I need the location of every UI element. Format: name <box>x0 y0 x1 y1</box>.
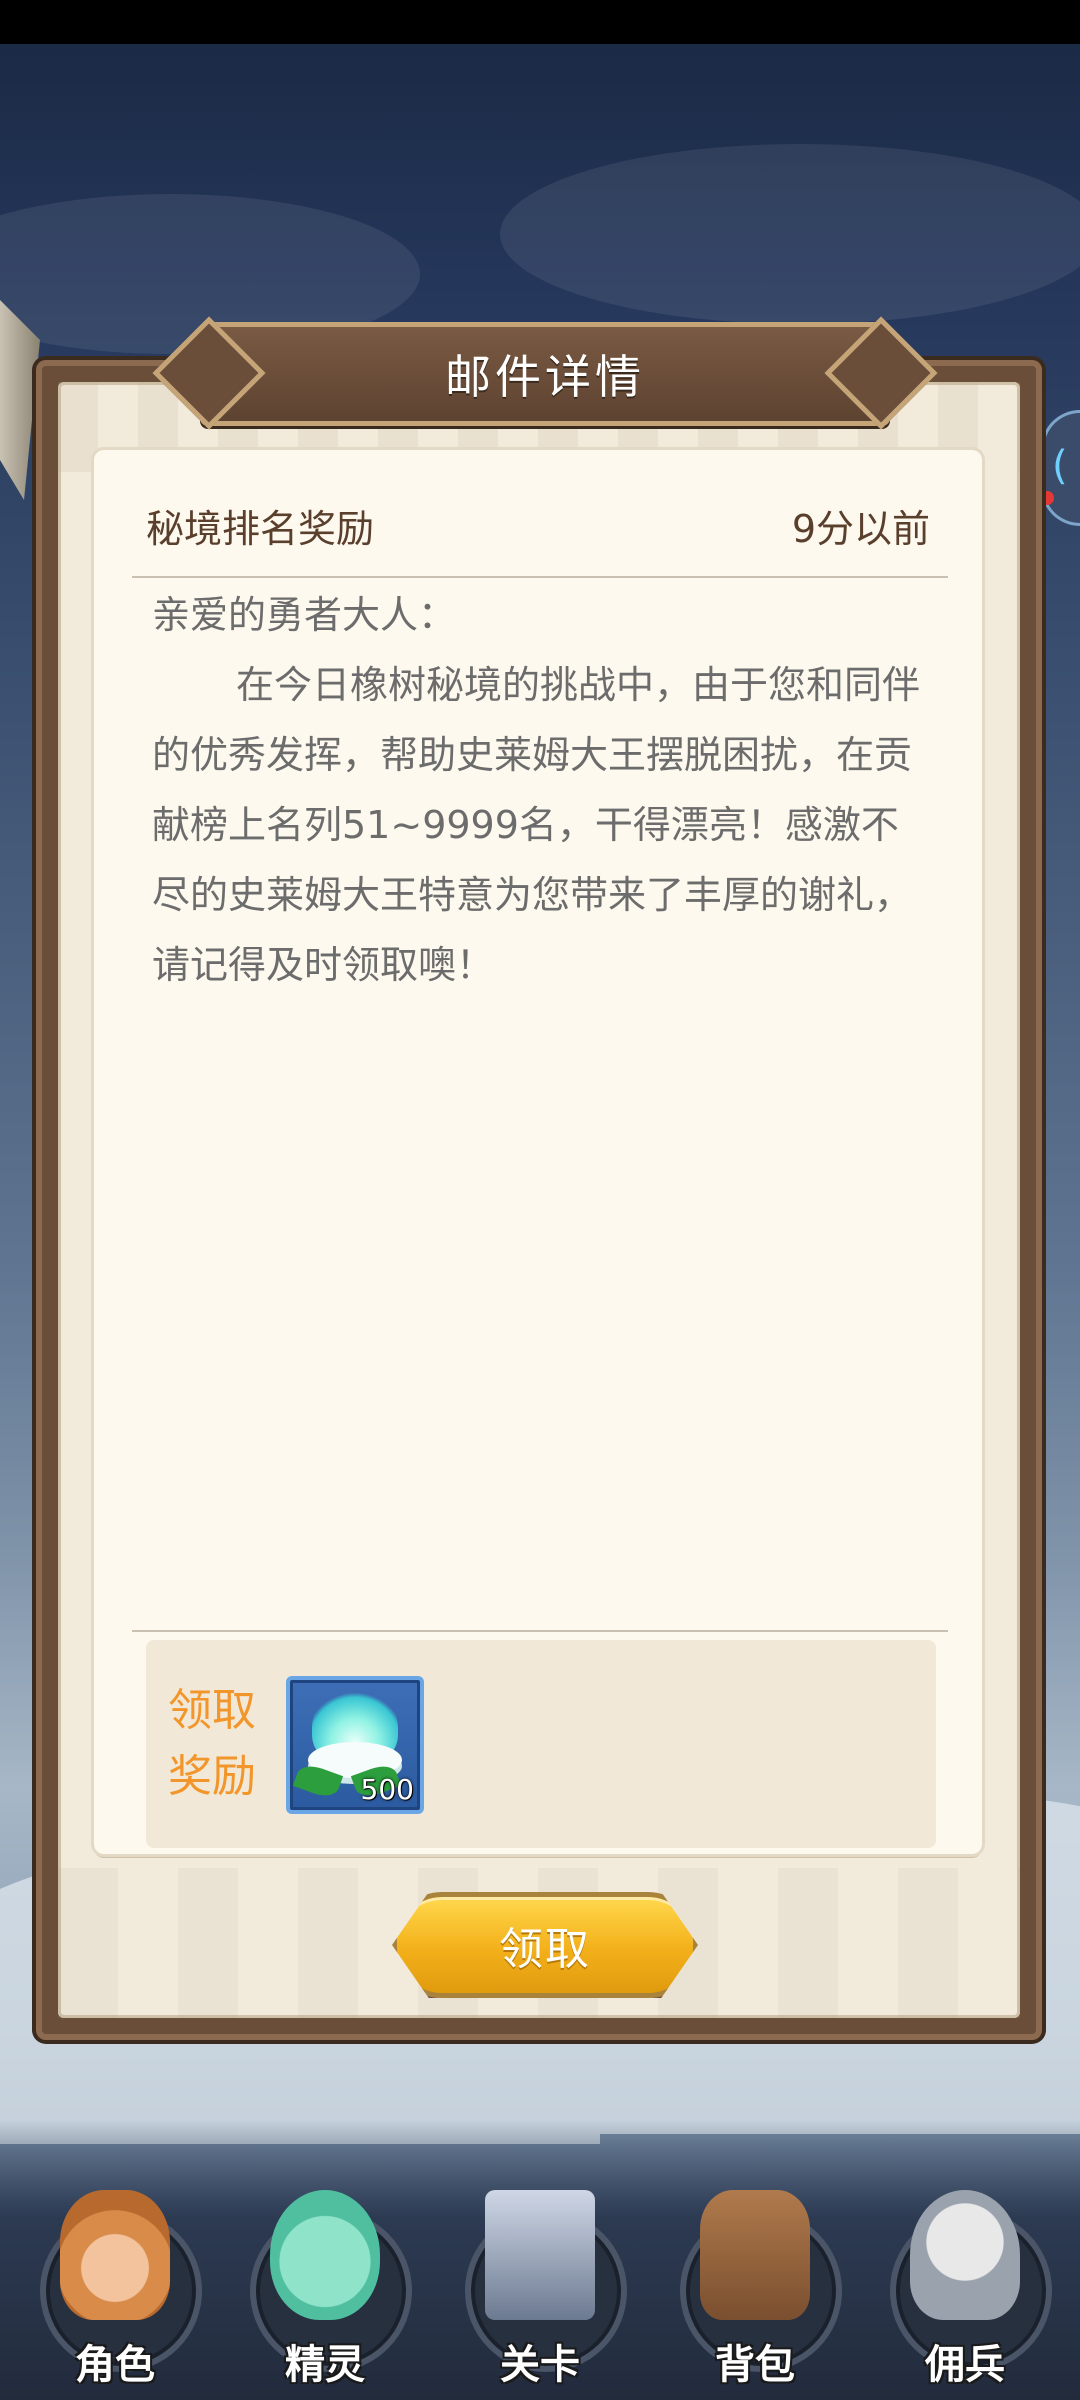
dialog-title: 邮件详情 <box>445 350 645 404</box>
mail-time: 9分以前 <box>791 507 930 551</box>
divider <box>132 576 948 578</box>
mercenary-icon <box>910 2190 1020 2320</box>
spirit-icon <box>270 2190 380 2320</box>
nav-item-label: 角色 <box>75 2342 155 2388</box>
mail-body[interactable]: 亲爱的勇者大人： 在今日橡树秘境的挑战中，由于您和同伴的优秀发挥，帮助史莱姆大王… <box>152 580 932 1000</box>
claim-button[interactable]: 领取 <box>392 1892 698 1998</box>
mail-greeting: 亲爱的勇者大人： <box>152 593 457 637</box>
backpack-icon <box>700 2190 810 2320</box>
character-icon <box>60 2190 170 2320</box>
nav-item-label: 关卡 <box>500 2342 580 2388</box>
stage-icon <box>485 2190 595 2320</box>
event-icon: ( <box>1052 443 1068 489</box>
reward-box: 领取奖励 500 <box>146 1640 936 1848</box>
nav-item-label: 佣兵 <box>925 2342 1005 2388</box>
bottom-nav: 角色 精灵 关卡 背包 佣兵 <box>0 2120 1080 2400</box>
nav-item-label: 精灵 <box>285 2342 365 2388</box>
nav-item-mercenary[interactable]: 佣兵 <box>880 2170 1052 2390</box>
mail-subject: 秘境排名奖励 <box>146 507 375 551</box>
mail-body-text: 在今日橡树秘境的挑战中，由于您和同伴的优秀发挥，帮助史莱姆大王摆脱困扰，在贡献榜… <box>152 663 921 987</box>
nav-item-stage[interactable]: 关卡 <box>455 2170 627 2390</box>
dialog-title-banner: 邮件详情 <box>152 316 938 430</box>
nav-item-spirit[interactable]: 精灵 <box>240 2170 412 2390</box>
claim-button-label: 领取 <box>499 1924 591 1975</box>
mail-card: 秘境排名奖励 9分以前 亲爱的勇者大人： 在今日橡树秘境的挑战中，由于您和同伴的… <box>94 450 982 1854</box>
divider <box>132 1630 948 1632</box>
side-event-button[interactable]: ( <box>1040 410 1080 526</box>
reward-item[interactable]: 500 <box>286 1676 424 1814</box>
reward-quantity: 500 <box>360 1773 414 1806</box>
reward-label: 领取奖励 <box>168 1685 256 1802</box>
status-bar <box>0 0 1080 44</box>
nav-item-character[interactable]: 角色 <box>30 2170 202 2390</box>
nav-item-label: 背包 <box>715 2342 795 2388</box>
notification-dot <box>1040 491 1054 505</box>
nav-item-backpack[interactable]: 背包 <box>670 2170 842 2390</box>
